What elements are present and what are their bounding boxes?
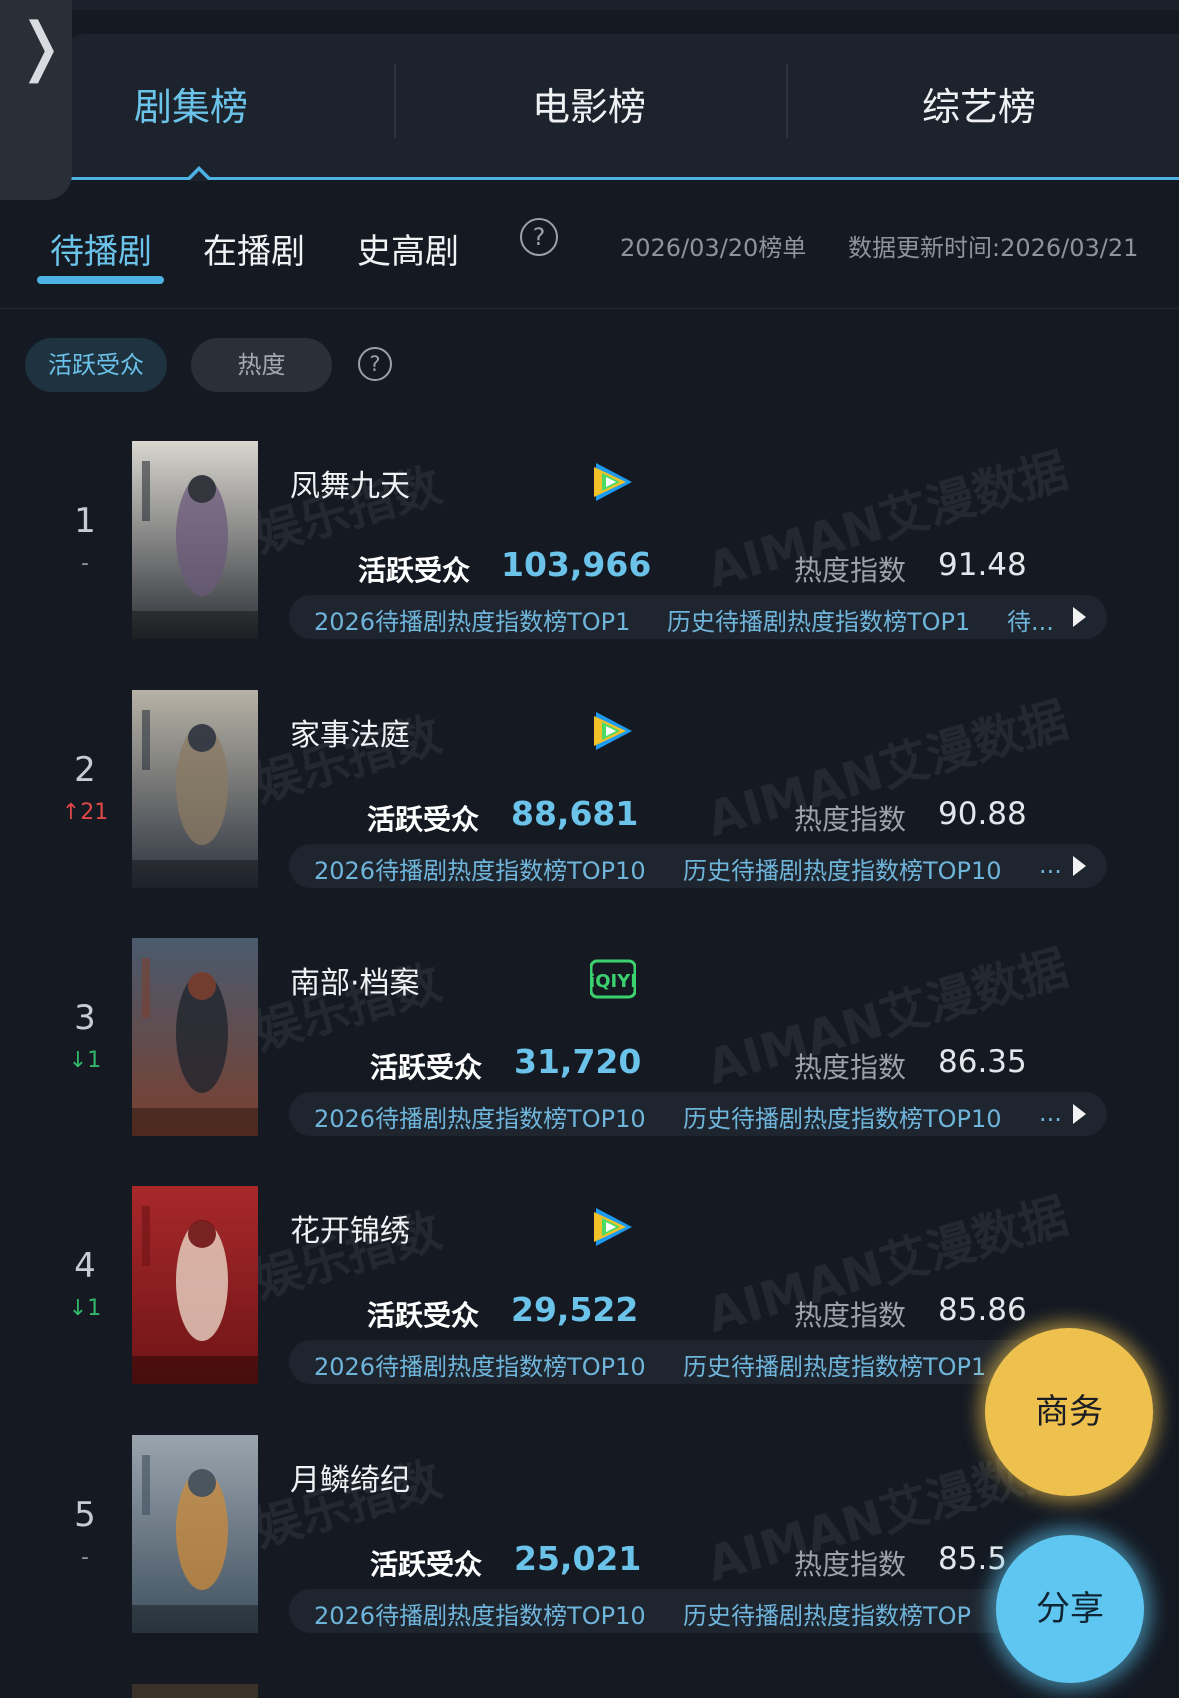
poster-image[interactable] bbox=[132, 938, 258, 1136]
filter-help-icon[interactable]: ? bbox=[358, 347, 392, 381]
poster-image[interactable] bbox=[132, 1435, 258, 1633]
drama-row[interactable]: 娱乐指数 AIMAN艾漫数据 3 ↓1 南部·档案 iQIYI 活跃受众 31,720 热度指数… bbox=[0, 938, 1179, 1138]
rank-number: 2 bbox=[74, 750, 96, 790]
iqiyi-icon: iQIYI bbox=[589, 956, 637, 1002]
rank-change: ↓1 bbox=[68, 1048, 102, 1073]
rank-badge: 2026待播剧热度指数榜TOP10 bbox=[314, 1602, 646, 1630]
rank-badge: 历史待播剧热度指数榜TOP bbox=[683, 1602, 972, 1630]
rank-change: ↓1 bbox=[68, 1296, 102, 1321]
update-time: 数据更新时间:2026/03/21 bbox=[848, 234, 1139, 262]
audience-value: 103,966 bbox=[501, 545, 652, 584]
rank-badge: 2026待播剧热度指数榜TOP10 bbox=[314, 1105, 646, 1133]
rank-badge: 待... bbox=[1007, 608, 1054, 636]
heat-value: 85.86 bbox=[938, 1292, 1027, 1328]
category-tab-line bbox=[66, 177, 1179, 180]
rank-number: 1 bbox=[74, 501, 96, 541]
subtab-airing[interactable]: 在播剧 bbox=[203, 224, 305, 273]
heat-value: 90.88 bbox=[938, 796, 1027, 832]
subtab-underline bbox=[37, 276, 164, 284]
rank-badge: ... bbox=[1039, 851, 1062, 879]
rank-badge: 2026待播剧热度指数榜TOP1 bbox=[314, 608, 631, 636]
rank-badge: 历史待播剧热度指数榜TOP1 bbox=[683, 1353, 987, 1381]
subtab-upcoming[interactable]: 待播剧 bbox=[50, 224, 152, 273]
rank-badge: 历史待播剧热度指数榜TOP10 bbox=[683, 1105, 1002, 1133]
rank-change: ↑21 bbox=[61, 800, 109, 825]
filter-heat[interactable]: 热度 bbox=[191, 338, 332, 392]
tencent-video-icon bbox=[590, 1204, 636, 1250]
heat-value: 85.5 bbox=[938, 1541, 1008, 1577]
audience-label: 活跃受众 bbox=[358, 554, 471, 587]
audience-value: 88,681 bbox=[511, 794, 639, 833]
rank-badge: ... bbox=[1039, 1099, 1062, 1127]
audience-label: 活跃受众 bbox=[367, 1299, 480, 1332]
tab-divider bbox=[786, 64, 788, 138]
tab-movie[interactable]: 电影榜 bbox=[532, 76, 646, 131]
list-date: 2026/03/20榜单 bbox=[620, 234, 807, 262]
rank-change: - bbox=[81, 1545, 89, 1570]
rank-number: 3 bbox=[74, 998, 96, 1038]
poster-image[interactable] bbox=[132, 441, 258, 639]
help-icon[interactable]: ? bbox=[520, 218, 558, 256]
top-strip bbox=[0, 0, 1179, 10]
audience-value: 31,720 bbox=[514, 1042, 642, 1081]
rank-badge: 历史待播剧热度指数榜TOP1 bbox=[667, 608, 971, 636]
active-tab-caret-inner bbox=[189, 171, 209, 181]
svg-text:iQIYI: iQIYI bbox=[590, 971, 636, 992]
drama-row[interactable]: 娱乐指数 AIMAN艾漫数据 2 ↑21 家事法庭 活跃受众 88,681 热度指数 90.88… bbox=[0, 690, 1179, 890]
chevron-right-icon: ❭ bbox=[14, 10, 68, 84]
poster-image[interactable] bbox=[132, 1186, 258, 1384]
rank-badge: 历史待播剧热度指数榜TOP10 bbox=[683, 857, 1002, 885]
tab-divider bbox=[394, 64, 396, 138]
heat-label: 热度指数 bbox=[794, 803, 907, 836]
rank-badge-bar[interactable]: 2026待播剧热度指数榜TOP10 历史待播剧热度指数榜TOP bbox=[289, 1589, 1107, 1633]
filter-active-audience[interactable]: 活跃受众 bbox=[25, 338, 167, 392]
heat-label: 热度指数 bbox=[794, 1548, 907, 1581]
heat-value: 91.48 bbox=[938, 547, 1027, 583]
divider bbox=[0, 308, 1179, 309]
audience-label: 活跃受众 bbox=[367, 803, 480, 836]
rank-number: 5 bbox=[74, 1495, 96, 1535]
drama-title[interactable]: 月鳞绮纪 bbox=[290, 1455, 410, 1499]
heat-value: 86.35 bbox=[938, 1044, 1027, 1080]
rank-badge-bar[interactable]: 2026待播剧热度指数榜TOP10 历史待播剧热度指数榜TOP1 bbox=[289, 1340, 1107, 1384]
drama-title[interactable]: 凤舞九天 bbox=[290, 461, 410, 505]
drama-row[interactable]: 娱乐指数 AIMAN艾漫数据 1- 凤舞九天 活跃受众 103,966 热度指数 91.48 2… bbox=[0, 441, 1179, 641]
rank-number: 4 bbox=[74, 1246, 96, 1286]
tencent-video-icon bbox=[590, 459, 636, 505]
play-arrow-icon[interactable] bbox=[1073, 856, 1086, 876]
play-arrow-icon[interactable] bbox=[1073, 607, 1086, 627]
rank-badge-bar[interactable]: 2026待播剧热度指数榜TOP10 历史待播剧热度指数榜TOP10... bbox=[289, 844, 1107, 888]
next-poster-peek bbox=[132, 1684, 258, 1698]
business-button[interactable]: 商务 bbox=[985, 1328, 1153, 1496]
share-button[interactable]: 分享 bbox=[996, 1535, 1144, 1683]
side-drawer-handle[interactable]: ❭ bbox=[0, 0, 72, 200]
category-tab-bar: 剧集榜 电影榜 综艺榜 bbox=[66, 34, 1179, 178]
play-arrow-icon[interactable] bbox=[1073, 1104, 1086, 1124]
drama-title[interactable]: 花开锦绣 bbox=[290, 1206, 410, 1250]
rank-badge: 2026待播剧热度指数榜TOP10 bbox=[314, 1353, 646, 1381]
audience-label: 活跃受众 bbox=[370, 1051, 483, 1084]
audience-label: 活跃受众 bbox=[370, 1548, 483, 1581]
audience-value: 29,522 bbox=[511, 1290, 639, 1329]
drama-row[interactable]: 娱乐指数 AIMAN艾漫数据 4 ↓1 花开锦绣 活跃受众 29,522 热度指数 85.86 2… bbox=[0, 1186, 1179, 1386]
tencent-video-icon bbox=[590, 708, 636, 754]
heat-label: 热度指数 bbox=[794, 1051, 907, 1084]
tab-drama[interactable]: 剧集榜 bbox=[134, 76, 248, 131]
rank-badge-bar[interactable]: 2026待播剧热度指数榜TOP10 历史待播剧热度指数榜TOP10... bbox=[289, 1092, 1107, 1136]
rank-badge-bar[interactable]: 2026待播剧热度指数榜TOP1 历史待播剧热度指数榜TOP1 待... bbox=[289, 595, 1107, 639]
heat-label: 热度指数 bbox=[794, 1299, 907, 1332]
rank-change: - bbox=[81, 551, 89, 576]
audience-value: 25,021 bbox=[514, 1539, 642, 1578]
rank-badge: 2026待播剧热度指数榜TOP10 bbox=[314, 857, 646, 885]
tab-variety[interactable]: 综艺榜 bbox=[922, 76, 1036, 131]
drama-title[interactable]: 家事法庭 bbox=[290, 710, 410, 754]
drama-title[interactable]: 南部·档案 bbox=[290, 958, 420, 1002]
heat-label: 热度指数 bbox=[794, 554, 907, 587]
subtab-top-rated[interactable]: 史高剧 bbox=[357, 224, 459, 273]
poster-image[interactable] bbox=[132, 690, 258, 888]
